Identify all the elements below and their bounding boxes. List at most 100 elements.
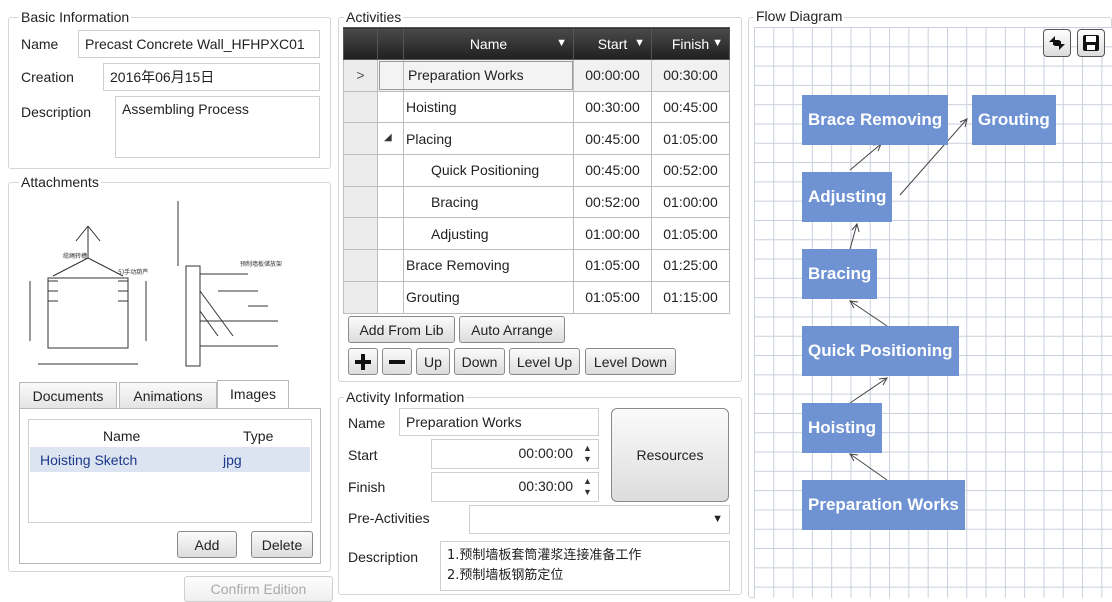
pre-activities-label: Pre-Activities (348, 510, 430, 526)
activity-finish[interactable]: 01:05:00 (651, 217, 730, 251)
table-row[interactable]: Brace Removing 01:05:00 01:25:00 (343, 249, 730, 282)
activity-description-field[interactable]: 1.预制墙板套筒灌浆连接准备工作 2.预制墙板钢筋定位 (440, 541, 730, 591)
flow-node-bracing[interactable]: Bracing (802, 249, 878, 299)
refresh-layout-button[interactable] (1043, 29, 1071, 57)
activity-start-label: Start (348, 447, 378, 463)
activity-name: Placing (406, 130, 452, 147)
activity-name-field[interactable]: Preparation Works (399, 408, 599, 436)
row-marker[interactable] (343, 154, 378, 187)
finish-time-field[interactable]: 00:30:00 (431, 472, 599, 502)
flow-node-quick-positioning[interactable]: Quick Positioning (802, 326, 959, 376)
activity-start[interactable]: 01:00:00 (573, 217, 652, 251)
table-row[interactable]: Grouting 01:05:00 01:15:00 (343, 280, 730, 314)
table-row[interactable]: Hoisting 00:30:00 00:45:00 (343, 90, 730, 124)
flow-node-grouting[interactable]: Grouting (972, 95, 1056, 145)
add-image-button[interactable]: Add (177, 531, 237, 558)
flow-node-preparation-works[interactable]: Preparation Works (802, 480, 965, 530)
plus-icon (355, 354, 371, 370)
expand-icon[interactable]: ◢ (384, 132, 402, 143)
start-time-field[interactable]: 00:00:00 (431, 439, 599, 469)
tab-animations[interactable]: Animations (119, 382, 217, 409)
activity-start[interactable]: 01:05:00 (573, 280, 652, 314)
activities-table: Name ▼ Start ▼ Finish ▼ > Preparation Works… (343, 27, 730, 314)
save-diagram-button[interactable] (1077, 29, 1105, 57)
activity-name[interactable]: Quick Positioning (403, 154, 574, 187)
start-down-arrow[interactable]: ▼ (583, 455, 592, 464)
row-marker[interactable] (343, 217, 378, 251)
activity-start[interactable]: 00:45:00 (573, 154, 652, 187)
activity-finish[interactable]: 01:00:00 (651, 185, 730, 219)
finish-down-arrow[interactable]: ▼ (583, 488, 592, 497)
tab-images[interactable]: Images (217, 380, 289, 408)
gap-header (377, 27, 404, 60)
attachments-title: Attachments (19, 174, 101, 191)
filter-icon[interactable]: ▼ (634, 37, 645, 49)
activity-start[interactable]: 00:30:00 (573, 90, 652, 124)
activity-finish[interactable]: 00:45:00 (651, 90, 730, 124)
flow-node-adjusting[interactable]: Adjusting (802, 172, 893, 222)
add-from-lib-button[interactable]: Add From Lib (348, 316, 455, 343)
activity-name-label: Name (348, 415, 386, 431)
creation-field[interactable]: 2016年06月15日 (103, 63, 320, 91)
chevron-down-icon: ▼ (712, 513, 723, 525)
svg-text:预制墙板储放架: 预制墙板储放架 (240, 260, 282, 268)
column-header-finish[interactable]: Finish ▼ (651, 27, 730, 60)
activity-start[interactable]: 00:52:00 (573, 185, 652, 219)
activity-name[interactable]: Preparation Works (379, 60, 573, 90)
activity-finish[interactable]: 01:25:00 (651, 249, 730, 282)
tab-documents[interactable]: Documents (19, 382, 117, 409)
description-field[interactable]: Assembling Process (115, 96, 320, 158)
activity-name[interactable]: Brace Removing (403, 249, 574, 282)
filter-icon[interactable]: ▼ (556, 37, 567, 49)
start-up-arrow[interactable]: ▲ (583, 444, 592, 453)
activity-name[interactable]: Hoisting (403, 90, 574, 124)
column-header-name[interactable]: Name ▼ (403, 27, 574, 60)
activity-finish[interactable]: 01:15:00 (651, 280, 730, 314)
remove-activity-button[interactable] (382, 348, 412, 375)
level-down-button[interactable]: Level Down (585, 348, 676, 375)
add-activity-button[interactable] (348, 348, 378, 375)
activity-finish[interactable]: 01:05:00 (651, 122, 730, 156)
flow-node-hoisting[interactable]: Hoisting (802, 403, 882, 453)
activities-title: Activities (344, 9, 404, 26)
up-button[interactable]: Up (416, 348, 450, 375)
table-row[interactable]: Bracing 00:52:00 01:00:00 (343, 185, 730, 219)
activity-finish[interactable]: 00:52:00 (651, 154, 730, 187)
table-row[interactable]: Adjusting 01:00:00 01:05:00 (343, 217, 730, 251)
name-field[interactable]: Precast Concrete Wall_HFHPXC01 (78, 30, 320, 58)
image-item-name: Hoisting Sketch (40, 452, 138, 468)
row-marker[interactable] (343, 280, 378, 314)
row-marker[interactable] (343, 90, 378, 124)
auto-arrange-button[interactable]: Auto Arrange (459, 316, 565, 343)
column-header-start[interactable]: Start ▼ (573, 27, 652, 60)
resources-button[interactable]: Resources (611, 408, 729, 502)
activity-start[interactable]: 00:45:00 (573, 122, 652, 156)
activity-name[interactable]: Bracing (403, 185, 574, 219)
start-time-value: 00:00:00 (518, 445, 574, 461)
row-marker[interactable] (343, 185, 378, 219)
svg-text:缆绳转槽: 缆绳转槽 (63, 252, 87, 260)
table-row[interactable]: > Preparation Works 00:00:00 00:30:00 (343, 59, 730, 92)
activity-finish[interactable]: 00:30:00 (651, 59, 730, 92)
pre-activities-select[interactable]: ▼ (469, 505, 730, 534)
row-marker[interactable] (343, 122, 378, 156)
flow-diagram-canvas[interactable]: Brace Removing Grouting Adjusting Bracin… (754, 27, 1112, 598)
table-row[interactable]: ◢ Placing 00:45:00 01:05:00 (343, 122, 730, 156)
filter-icon[interactable]: ▼ (712, 37, 723, 49)
activity-start[interactable]: 01:05:00 (573, 249, 652, 282)
flow-node-brace-removing[interactable]: Brace Removing (802, 95, 949, 145)
activity-name[interactable]: Grouting (403, 280, 574, 314)
activity-finish-label: Finish (348, 479, 386, 495)
delete-image-button[interactable]: Delete (251, 531, 313, 558)
row-marker[interactable]: > (343, 59, 378, 92)
activity-start[interactable]: 00:00:00 (573, 59, 652, 92)
level-up-button[interactable]: Level Up (509, 348, 580, 375)
down-button[interactable]: Down (454, 348, 505, 375)
confirm-edition-button[interactable]: Confirm Edition (184, 576, 333, 602)
svg-text:5)手动葫芦: 5)手动葫芦 (118, 268, 148, 276)
basic-information-title: Basic Information (19, 9, 132, 26)
finish-up-arrow[interactable]: ▲ (583, 477, 592, 486)
activity-name[interactable]: Adjusting (403, 217, 574, 251)
table-row[interactable]: Quick Positioning 00:45:00 00:52:00 (343, 154, 730, 187)
row-marker[interactable] (343, 249, 378, 282)
